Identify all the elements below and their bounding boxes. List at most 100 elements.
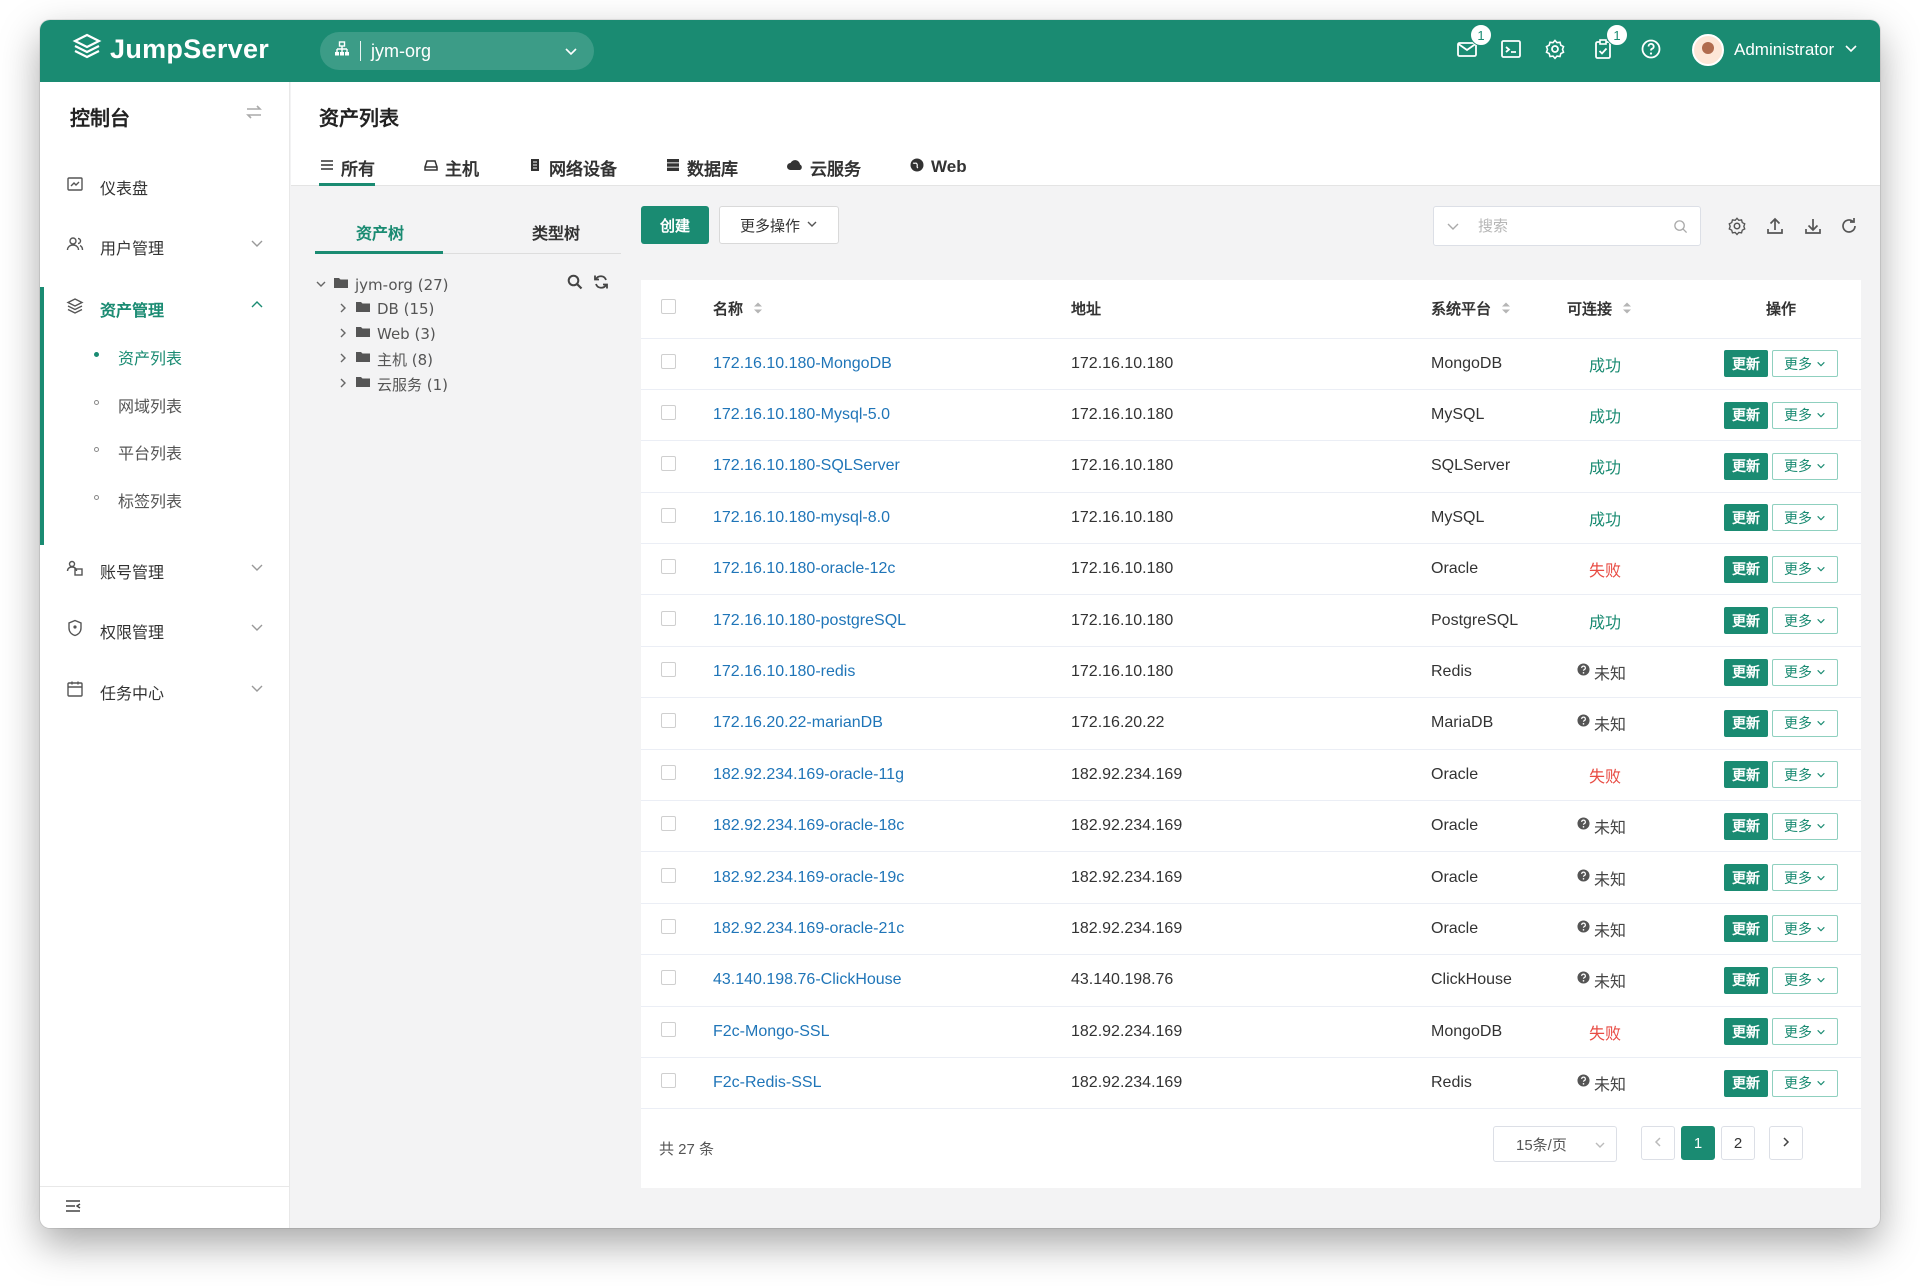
refresh-icon[interactable] (1839, 216, 1859, 236)
download-icon[interactable] (1803, 216, 1823, 236)
row-checkbox[interactable] (661, 867, 676, 883)
update-button[interactable]: 更新 (1724, 915, 1768, 943)
column-header-platform[interactable]: 系统平台 (1431, 280, 1567, 339)
sidebar-subitem-platform-list[interactable]: 平台列表 (40, 431, 290, 467)
sidebar-subitem-label-list[interactable]: 标签列表 (40, 479, 290, 515)
tree-tab-asset-tree[interactable]: 资产树 (315, 220, 445, 244)
tab-all[interactable]: 所有 (319, 148, 375, 186)
update-button[interactable]: 更新 (1724, 864, 1768, 892)
more-dropdown-button[interactable]: 更多 (1772, 401, 1838, 429)
asset-name-link[interactable]: 172.16.10.180-oracle-12c (713, 560, 895, 577)
sidebar-item-permissions[interactable]: 权限管理 (40, 608, 290, 648)
more-dropdown-button[interactable]: 更多 (1772, 658, 1838, 686)
more-dropdown-button[interactable]: 更多 (1772, 1018, 1838, 1046)
sidebar-item-assets[interactable]: 资产管理 (40, 286, 290, 326)
row-checkbox[interactable] (661, 559, 676, 575)
row-checkbox[interactable] (661, 764, 676, 780)
search-icon[interactable] (1673, 219, 1688, 239)
update-button[interactable]: 更新 (1724, 401, 1768, 429)
row-checkbox[interactable] (661, 1073, 676, 1089)
more-dropdown-button[interactable]: 更多 (1772, 966, 1838, 994)
tab-databases[interactable]: 数据库 (665, 148, 738, 186)
sidebar-subitem-domain-list[interactable]: 网域列表 (40, 384, 290, 420)
update-button[interactable]: 更新 (1724, 658, 1768, 686)
view-switch-button[interactable] (244, 102, 264, 127)
help-button[interactable] (1638, 38, 1664, 64)
select-all-checkbox[interactable] (661, 299, 676, 315)
update-button[interactable]: 更新 (1724, 504, 1768, 532)
web-terminal-button[interactable] (1498, 38, 1524, 64)
row-checkbox[interactable] (661, 662, 676, 678)
search-icon[interactable] (567, 274, 583, 294)
tree-node-db[interactable]: DB (15) (337, 298, 434, 320)
more-dropdown-button[interactable]: 更多 (1772, 1069, 1838, 1097)
more-dropdown-button[interactable]: 更多 (1772, 607, 1838, 635)
asset-name-link[interactable]: 182.92.234.169-oracle-19c (713, 869, 904, 886)
row-checkbox[interactable] (661, 816, 676, 832)
chevron-down-icon[interactable] (1446, 219, 1460, 238)
column-header-name[interactable]: 名称 (713, 280, 1071, 339)
asset-name-link[interactable]: 182.92.234.169-oracle-18c (713, 817, 904, 834)
update-button[interactable]: 更新 (1724, 1018, 1768, 1046)
asset-name-link[interactable]: 182.92.234.169-oracle-21c (713, 920, 904, 937)
more-dropdown-button[interactable]: 更多 (1772, 812, 1838, 840)
row-checkbox[interactable] (661, 1021, 676, 1037)
asset-name-link[interactable]: 172.16.10.180-SQLServer (713, 457, 900, 474)
create-button[interactable]: 创建 (641, 206, 709, 244)
row-checkbox[interactable] (661, 456, 676, 472)
tab-network-devices[interactable]: 网络设备 (527, 148, 617, 186)
row-checkbox[interactable] (661, 353, 676, 369)
update-button[interactable]: 更新 (1724, 1069, 1768, 1097)
page-button-1[interactable]: 1 (1681, 1126, 1715, 1160)
sidebar-subitem-asset-list[interactable]: 资产列表 (40, 336, 290, 372)
asset-name-link[interactable]: 43.140.198.76-ClickHouse (713, 971, 902, 988)
sidebar-item-tasks[interactable]: 任务中心 (40, 669, 290, 709)
tab-cloud[interactable]: 云服务 (786, 148, 861, 186)
asset-name-link[interactable]: 172.16.10.180-Mysql-5.0 (713, 406, 890, 423)
sidebar-item-accounts[interactable]: 账号管理 (40, 548, 290, 588)
update-button[interactable]: 更新 (1724, 812, 1768, 840)
sidebar-item-users[interactable]: 用户管理 (40, 224, 290, 264)
update-button[interactable]: 更新 (1724, 761, 1768, 789)
tree-node-hosts[interactable]: 主机 (8) (337, 348, 433, 370)
user-menu[interactable]: Administrator (1692, 34, 1858, 66)
more-dropdown-button[interactable]: 更多 (1772, 504, 1838, 532)
update-button[interactable]: 更新 (1724, 350, 1768, 378)
prev-page-button[interactable] (1641, 1126, 1675, 1160)
org-selector[interactable]: jym-org (320, 32, 594, 70)
asset-name-link[interactable]: 172.16.10.180-mysql-8.0 (713, 509, 890, 526)
more-dropdown-button[interactable]: 更多 (1772, 709, 1838, 737)
gear-icon[interactable] (1727, 216, 1747, 236)
asset-name-link[interactable]: 172.16.10.180-redis (713, 663, 855, 680)
asset-name-link[interactable]: 172.16.10.180-postgreSQL (713, 612, 906, 629)
row-checkbox[interactable] (661, 610, 676, 626)
update-button[interactable]: 更新 (1724, 555, 1768, 583)
upload-icon[interactable] (1765, 216, 1785, 236)
tree-tab-type-tree[interactable]: 类型树 (491, 220, 621, 244)
sidebar-item-dashboard[interactable]: 仪表盘 (40, 164, 290, 204)
column-header-connectivity[interactable]: 可连接 (1567, 280, 1701, 339)
settings-button[interactable] (1542, 38, 1568, 64)
row-checkbox[interactable] (661, 507, 676, 523)
more-dropdown-button[interactable]: 更多 (1772, 864, 1838, 892)
tab-hosts[interactable]: 主机 (423, 148, 479, 186)
page-size-select[interactable]: 15条/页 (1493, 1126, 1617, 1162)
asset-name-link[interactable]: 172.16.10.180-MongoDB (713, 355, 892, 372)
more-dropdown-button[interactable]: 更多 (1772, 555, 1838, 583)
tree-node-root[interactable]: jym-org (27) (315, 274, 449, 296)
tickets-button[interactable]: 1 (1590, 24, 1628, 64)
messages-button[interactable]: 1 (1454, 24, 1492, 64)
more-dropdown-button[interactable]: 更多 (1772, 350, 1838, 378)
asset-name-link[interactable]: F2c-Mongo-SSL (713, 1023, 830, 1040)
row-checkbox[interactable] (661, 713, 676, 729)
tab-web[interactable]: Web (909, 148, 967, 186)
row-checkbox[interactable] (661, 970, 676, 986)
collapse-menu-icon[interactable] (64, 1197, 82, 1220)
next-page-button[interactable] (1769, 1126, 1803, 1160)
row-checkbox[interactable] (661, 405, 676, 421)
more-dropdown-button[interactable]: 更多 (1772, 915, 1838, 943)
asset-name-link[interactable]: 182.92.234.169-oracle-11g (713, 766, 904, 783)
refresh-icon[interactable] (593, 274, 609, 294)
update-button[interactable]: 更新 (1724, 452, 1768, 480)
tree-node-cloud[interactable]: 云服务 (1) (337, 373, 448, 395)
